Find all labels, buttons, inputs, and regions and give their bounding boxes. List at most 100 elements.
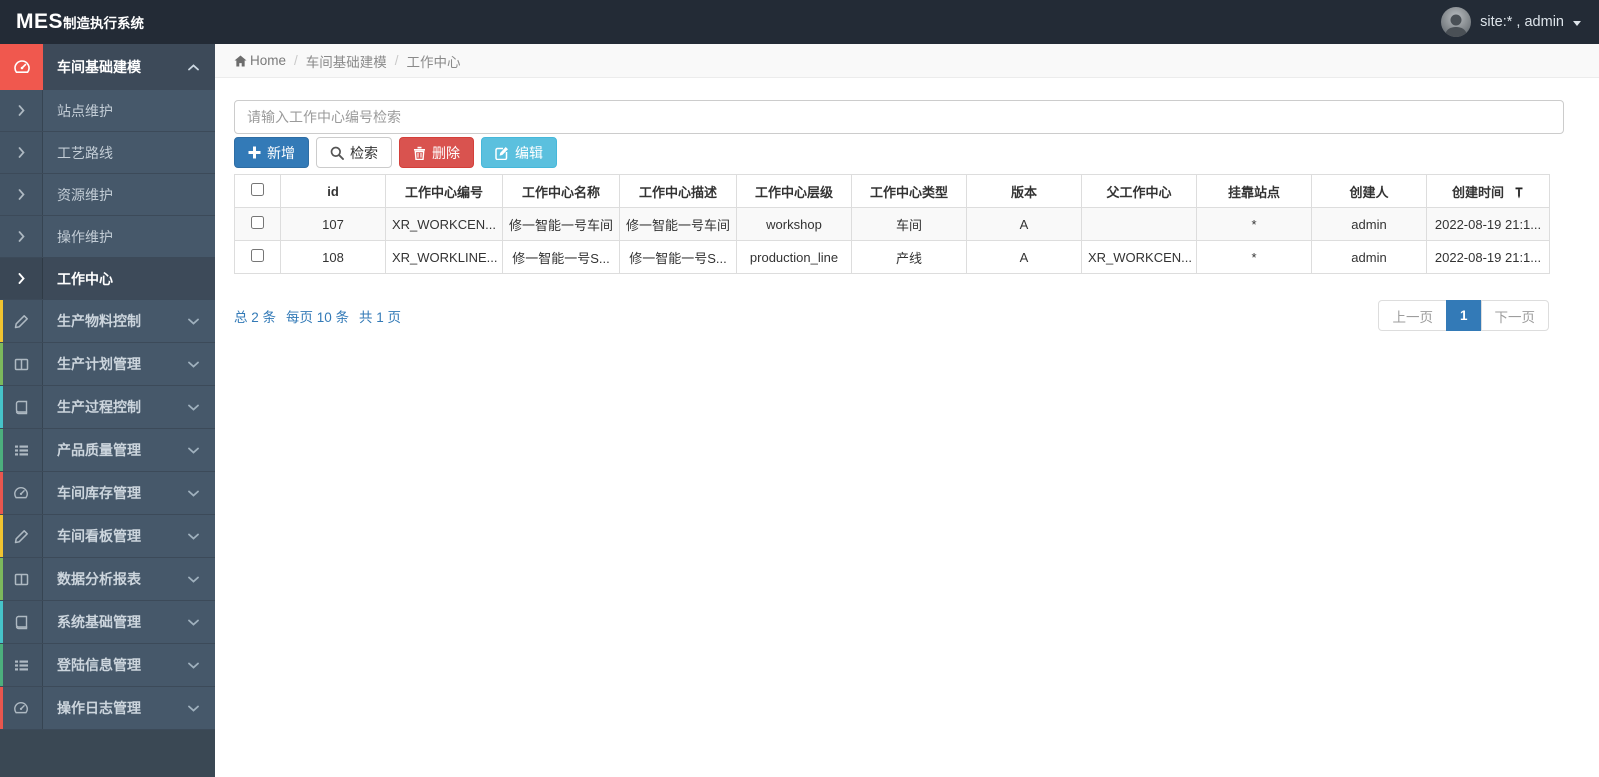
pencil-icon bbox=[0, 300, 43, 342]
edit-button[interactable]: 编辑 bbox=[481, 137, 557, 168]
cell-level: production_line bbox=[736, 240, 852, 274]
cell-parent bbox=[1081, 207, 1197, 241]
caret-down-icon bbox=[1573, 20, 1581, 26]
pin-icon[interactable] bbox=[1514, 187, 1524, 199]
next-page-button[interactable]: 下一页 bbox=[1480, 300, 1549, 331]
page-count: 共 1 页 bbox=[359, 309, 402, 325]
search-button[interactable]: 检索 bbox=[316, 137, 392, 168]
delete-button[interactable]: 删除 bbox=[399, 137, 474, 168]
sidebar-item-workshop-kanban-management[interactable]: 车间看板管理 bbox=[0, 515, 215, 558]
sidebar-group-workshop-modeling[interactable]: 车间基础建模 bbox=[0, 44, 215, 90]
col-work-center-level[interactable]: 工作中心层级 bbox=[736, 174, 852, 208]
add-button[interactable]: 新增 bbox=[234, 137, 309, 168]
cell-version: A bbox=[966, 207, 1082, 241]
col-work-center-type[interactable]: 工作中心类型 bbox=[851, 174, 967, 208]
columns-icon bbox=[0, 558, 43, 600]
chevron-down-icon bbox=[188, 533, 199, 540]
sidebar-item-production-process-control[interactable]: 生产过程控制 bbox=[0, 386, 215, 429]
sidebar-item-resource-maintenance[interactable]: 资源维护 bbox=[0, 174, 215, 216]
sidebar-item-workshop-inventory-management[interactable]: 车间库存管理 bbox=[0, 472, 215, 515]
edit-icon bbox=[495, 146, 508, 160]
sidebar-item-operation-maintenance[interactable]: 操作维护 bbox=[0, 216, 215, 258]
col-create-time[interactable]: 创建时间 bbox=[1426, 174, 1550, 208]
breadcrumb-work-center: 工作中心 bbox=[406, 54, 461, 70]
col-creator[interactable]: 创建人 bbox=[1311, 174, 1427, 208]
breadcrumb: Home / 车间基础建模 / 工作中心 bbox=[215, 44, 1599, 78]
chevron-down-icon bbox=[188, 619, 199, 626]
cell-id: 108 bbox=[280, 240, 386, 274]
page-1-button[interactable]: 1 bbox=[1445, 300, 1482, 331]
select-all-checkbox[interactable] bbox=[251, 183, 264, 196]
sidebar-item-work-center[interactable]: 工作中心 bbox=[0, 258, 215, 300]
sidebar-item-login-info-management[interactable]: 登陆信息管理 bbox=[0, 644, 215, 687]
pagination-bar: 总 2 条 每页 10 条 共 1 页 上一页 1 下一页 bbox=[234, 300, 1549, 331]
chevron-right-icon bbox=[0, 216, 43, 257]
chevron-right-icon bbox=[0, 132, 43, 173]
chevron-down-icon bbox=[188, 404, 199, 411]
breadcrumb-separator: / bbox=[294, 53, 298, 68]
breadcrumb-workshop-modeling[interactable]: 车间基础建模 bbox=[306, 51, 387, 71]
app-logo-main: MES bbox=[16, 10, 64, 33]
cell-site: * bbox=[1196, 207, 1312, 241]
cell-site: * bbox=[1196, 240, 1312, 274]
cell-type: 产线 bbox=[851, 240, 967, 274]
chevron-right-icon bbox=[0, 174, 43, 215]
plus-icon bbox=[248, 146, 261, 159]
col-id[interactable]: id bbox=[280, 174, 386, 208]
col-attached-site[interactable]: 挂靠站点 bbox=[1196, 174, 1312, 208]
search-icon bbox=[330, 146, 344, 160]
home-icon bbox=[234, 54, 247, 67]
sidebar-item-site-maintenance[interactable]: 站点维护 bbox=[0, 90, 215, 132]
col-work-center-desc[interactable]: 工作中心描述 bbox=[619, 174, 737, 208]
chevron-down-icon bbox=[188, 447, 199, 454]
user-menu[interactable]: site:* , admin bbox=[1441, 7, 1581, 37]
cell-create-time: 2022-08-19 21:1... bbox=[1426, 240, 1550, 274]
prev-page-button[interactable]: 上一页 bbox=[1378, 300, 1447, 331]
sidebar-item-operation-log-management[interactable]: 操作日志管理 bbox=[0, 687, 215, 730]
dashboard-icon bbox=[0, 472, 43, 514]
chevron-down-icon bbox=[188, 705, 199, 712]
list-icon bbox=[0, 644, 43, 686]
chevron-right-icon bbox=[0, 90, 43, 131]
chevron-down-icon bbox=[188, 662, 199, 669]
cell-desc: 修一智能一号车间 bbox=[619, 207, 737, 241]
sidebar-item-product-quality-management[interactable]: 产品质量管理 bbox=[0, 429, 215, 472]
sidebar-item-system-basic-management[interactable]: 系统基础管理 bbox=[0, 601, 215, 644]
sidebar-item-data-analysis-report[interactable]: 数据分析报表 bbox=[0, 558, 215, 601]
sidebar-group-label: 车间基础建模 bbox=[57, 59, 141, 75]
breadcrumb-home[interactable]: Home bbox=[234, 53, 286, 68]
trash-icon bbox=[414, 146, 425, 160]
work-center-table: id 工作中心编号 工作中心名称 工作中心描述 工作中心层级 工作中心类型 版本… bbox=[234, 174, 1550, 274]
columns-icon bbox=[0, 343, 43, 385]
cell-parent: XR_WORKCEN... bbox=[1081, 240, 1197, 274]
col-parent-work-center[interactable]: 父工作中心 bbox=[1081, 174, 1197, 208]
cell-creator: admin bbox=[1311, 240, 1427, 274]
row-checkbox[interactable] bbox=[251, 249, 264, 262]
col-version[interactable]: 版本 bbox=[966, 174, 1082, 208]
cell-version: A bbox=[966, 240, 1082, 274]
sidebar-nav: 生产物料控制 生产计划管理 生产过程控制 产品质量管理 车间库存管理 车间看板管… bbox=[0, 300, 215, 730]
col-work-center-name[interactable]: 工作中心名称 bbox=[502, 174, 620, 208]
cell-id: 107 bbox=[280, 207, 386, 241]
chevron-down-icon bbox=[188, 490, 199, 497]
row-checkbox[interactable] bbox=[251, 216, 264, 229]
chevron-right-icon bbox=[0, 258, 43, 299]
sidebar-item-production-plan-management[interactable]: 生产计划管理 bbox=[0, 343, 215, 386]
col-work-center-code[interactable]: 工作中心编号 bbox=[385, 174, 503, 208]
table-header-row: id 工作中心编号 工作中心名称 工作中心描述 工作中心层级 工作中心类型 版本… bbox=[234, 174, 1550, 208]
pagination-summary: 总 2 条 每页 10 条 共 1 页 bbox=[234, 306, 401, 326]
chevron-down-icon bbox=[188, 361, 199, 368]
search-input[interactable] bbox=[234, 100, 1564, 134]
cell-code: XR_WORKCEN... bbox=[385, 207, 503, 241]
sidebar-item-production-material-control[interactable]: 生产物料控制 bbox=[0, 300, 215, 343]
book-icon bbox=[0, 386, 43, 428]
cell-create-time: 2022-08-19 21:1... bbox=[1426, 207, 1550, 241]
sidebar-submenu: 站点维护 工艺路线 资源维护 操作维护 工作中心 bbox=[0, 90, 215, 300]
app-logo: MES 制造执行系统 bbox=[16, 10, 144, 34]
table-row: 108 XR_WORKLINE... 修一智能一号S... 修一智能一号S...… bbox=[234, 240, 1550, 274]
main-content: Home / 车间基础建模 / 工作中心 新增 检索 删除 bbox=[215, 44, 1599, 777]
toolbar: 新增 检索 删除 编辑 bbox=[234, 137, 1564, 168]
select-all-cell bbox=[234, 174, 281, 208]
sidebar-item-process-route[interactable]: 工艺路线 bbox=[0, 132, 215, 174]
chevron-up-icon bbox=[188, 63, 199, 71]
